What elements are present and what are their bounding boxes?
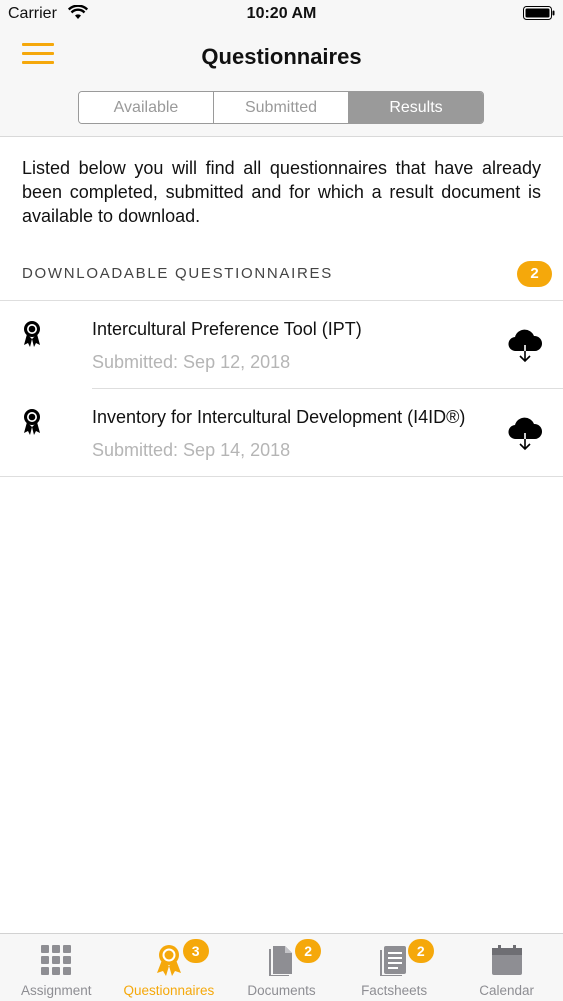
segment-available[interactable]: Available: [79, 92, 214, 123]
grid-icon: [41, 945, 72, 975]
tab-label: Questionnaires: [123, 983, 215, 998]
tab-label: Documents: [247, 983, 316, 998]
item-title: Intercultural Preference Tool (IPT): [92, 319, 362, 339]
calendar-icon: [491, 945, 522, 975]
section-count-badge: 2: [517, 261, 552, 287]
section-label: DOWNLOADABLE QUESTIONNAIRES: [22, 265, 333, 282]
navigation-bar: Questionnaires Available Submitted Resul…: [0, 28, 563, 137]
item-submitted-date: Submitted: Sep 12, 2018: [92, 352, 291, 372]
tab-badge: 2: [407, 939, 434, 963]
status-bar: Carrier 10:20 AM: [0, 0, 563, 28]
status-time: 10:20 AM: [246, 5, 317, 22]
battery-icon: [523, 6, 555, 20]
tab-label: Assignment: [21, 983, 92, 998]
cloud-download-icon[interactable]: [507, 417, 543, 451]
item-title: Inventory for Intercultural Development …: [92, 407, 466, 427]
intro-text: Listed below you will find all questionn…: [22, 158, 541, 226]
tab-questionnaires[interactable]: 3 Questionnaires: [113, 934, 226, 1001]
segment-submitted[interactable]: Submitted: [214, 92, 349, 123]
award-icon: [24, 321, 40, 347]
tab-assignment[interactable]: Assignment: [0, 934, 113, 1001]
questionnaire-list: Intercultural Preference Tool (IPT) Subm…: [0, 300, 563, 477]
list-item[interactable]: Intercultural Preference Tool (IPT) Subm…: [0, 301, 563, 389]
tab-calendar[interactable]: Calendar: [450, 934, 563, 1001]
tab-factsheets[interactable]: 2 Factsheets: [338, 934, 451, 1001]
list-item[interactable]: Inventory for Intercultural Development …: [0, 389, 563, 477]
tab-badge: 3: [182, 939, 209, 963]
page-title: Questionnaires: [201, 44, 362, 69]
cloud-download-icon[interactable]: [507, 329, 543, 363]
tab-label: Calendar: [479, 983, 535, 998]
tab-documents[interactable]: 2 Documents: [225, 934, 338, 1001]
item-submitted-date: Submitted: Sep 14, 2018: [92, 440, 291, 460]
document-icon: [269, 946, 293, 976]
segment-results[interactable]: Results: [349, 92, 483, 123]
results-filter-segmented-control: Available Submitted Results: [78, 91, 484, 124]
section-header: DOWNLOADABLE QUESTIONNAIRES 2: [22, 261, 552, 287]
award-icon: [156, 945, 181, 976]
award-icon: [24, 409, 40, 435]
tab-badge: 2: [295, 939, 322, 963]
factsheet-icon: [380, 946, 407, 976]
tab-bar: Assignment 3 Questionnaires 2 Documents …: [0, 933, 563, 1001]
tab-label: Factsheets: [361, 983, 428, 998]
